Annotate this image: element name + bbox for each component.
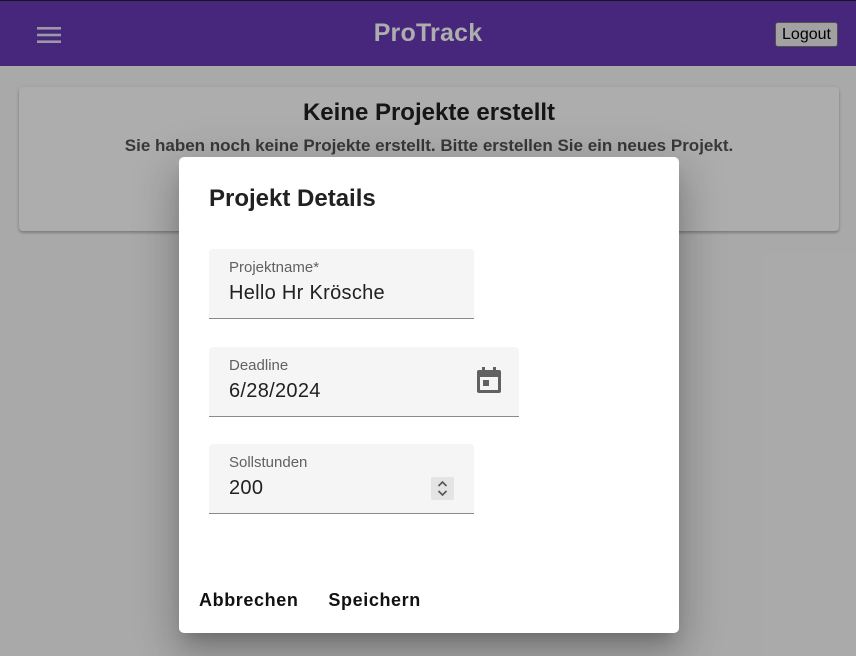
deadline-field[interactable]: Deadline 6/28/2024 (209, 347, 519, 417)
project-name-input[interactable]: Hello Hr Krösche (229, 282, 385, 305)
save-button[interactable]: Speichern (328, 590, 420, 611)
cancel-button[interactable]: Abbrechen (199, 590, 298, 611)
target-hours-label: Sollstunden (229, 454, 308, 471)
deadline-label: Deadline (229, 357, 289, 374)
target-hours-field[interactable]: Sollstunden 200 (209, 444, 474, 514)
deadline-input[interactable]: 6/28/2024 (229, 380, 321, 403)
project-name-field[interactable]: Projektname* Hello Hr Krösche (209, 249, 474, 319)
app-page: ProTrack Logout Keine Projekte erstellt … (0, 0, 856, 656)
target-hours-input[interactable]: 200 (229, 477, 263, 500)
number-spinner[interactable] (431, 477, 454, 500)
calendar-icon (477, 367, 501, 393)
dialog-title: Projekt Details (209, 185, 376, 212)
dialog-actions: Abbrechen Speichern (199, 590, 451, 611)
project-details-dialog: Projekt Details Projektname* Hello Hr Kr… (179, 157, 679, 633)
project-name-label: Projektname* (229, 259, 320, 276)
datepicker-toggle-button[interactable] (475, 365, 503, 395)
spinner-icon (437, 480, 448, 497)
